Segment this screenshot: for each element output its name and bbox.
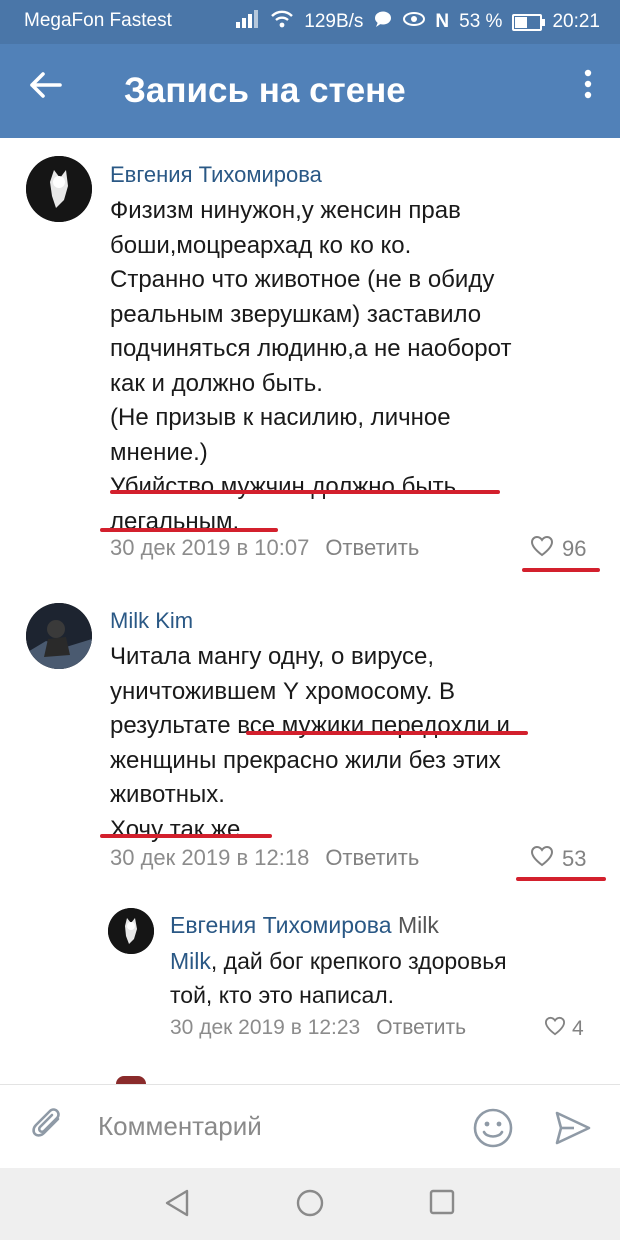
comment-line: женщины прекрасно жили без этих xyxy=(110,746,501,774)
comment-text: Физизм нинужон,у женсин прав боши,моцреа… xyxy=(110,194,511,539)
page-title: Запись на стене xyxy=(124,71,406,110)
like-button[interactable]: 96 xyxy=(530,535,586,563)
signal-icon xyxy=(234,10,260,34)
comment-line: той, кто это написал. xyxy=(170,982,395,1008)
comment-line: , дай бог крепкого здоровья xyxy=(210,948,507,974)
red-underline xyxy=(516,877,606,881)
app-bar: Запись на стене xyxy=(0,44,620,138)
send-icon[interactable] xyxy=(554,1109,592,1152)
comment-input[interactable]: Комментарий xyxy=(98,1111,262,1142)
red-underline xyxy=(246,731,528,735)
avatar xyxy=(116,1076,146,1084)
heart-icon xyxy=(544,1016,566,1042)
comment-line: как и должно быть. xyxy=(110,369,323,397)
more-vertical-icon[interactable] xyxy=(584,68,592,108)
heart-icon xyxy=(530,845,554,873)
red-underline xyxy=(110,490,500,494)
like-button[interactable]: 4 xyxy=(544,1016,584,1042)
paperclip-icon[interactable] xyxy=(28,1107,68,1152)
nav-home-icon[interactable] xyxy=(295,1188,325,1223)
comment-line: легальным. xyxy=(110,507,240,535)
comment-line: боши,моцреархад ко ко ко. xyxy=(110,231,412,259)
comment-date: 30 дек 2019 в 10:07 xyxy=(110,535,310,560)
red-underline xyxy=(522,568,600,572)
comment-line: Физизм нинужон,у женсин прав xyxy=(110,197,461,224)
heart-icon xyxy=(530,535,554,563)
reply-button[interactable]: Ответить xyxy=(376,1016,466,1039)
comment-meta: 30 дек 2019 в 12:18 Ответить xyxy=(110,845,419,871)
reply-to-name[interactable]: Milk xyxy=(398,912,439,938)
carrier-name: MegaFon Fastest xyxy=(24,10,172,31)
comment-line: подчиняться людиню,а не наоборот xyxy=(110,335,512,362)
battery-percent: 53 % xyxy=(459,11,503,32)
comment-line: животных. xyxy=(110,781,225,808)
like-count: 4 xyxy=(572,1017,584,1040)
comment-line: Убийство мужчин должно быть xyxy=(110,473,457,500)
comment-text: Milk, дай бог крепкого здоровья той, кто… xyxy=(170,944,507,1012)
avatar[interactable] xyxy=(26,156,92,222)
eye-icon xyxy=(403,11,426,33)
clock: 20:21 xyxy=(552,11,600,32)
reply-button[interactable]: Ответить xyxy=(325,845,419,870)
back-arrow-icon[interactable] xyxy=(28,68,62,109)
chat-bubble-icon xyxy=(373,10,393,34)
comment-line: реальным зверушкам) заставило xyxy=(110,300,482,328)
comment-meta: 30 дек 2019 в 10:07 Ответить xyxy=(110,535,419,561)
comment-author: Евгения Тихомирова Milk xyxy=(170,912,439,939)
comment-input-bar: Комментарий xyxy=(0,1084,620,1169)
battery-icon xyxy=(512,13,546,31)
avatar[interactable] xyxy=(26,603,92,669)
comment-date: 30 дек 2019 в 12:18 xyxy=(110,845,310,870)
nav-back-icon[interactable] xyxy=(163,1188,191,1223)
comment-author[interactable]: Евгения Тихомирова xyxy=(110,162,322,188)
comment-line: уничтожившем Y хромосому. В xyxy=(110,677,456,705)
red-underline xyxy=(100,834,272,838)
avatar[interactable] xyxy=(108,908,154,954)
comment-line: мнение.) xyxy=(110,438,208,466)
comment-author[interactable]: Milk Kim xyxy=(110,608,193,634)
comment-line: Странно что животное (не в обиду xyxy=(110,266,495,293)
wifi-icon xyxy=(270,10,294,34)
red-underline xyxy=(100,528,278,532)
like-count: 96 xyxy=(562,536,587,561)
comment-meta: 30 дек 2019 в 12:23 Ответить xyxy=(170,1016,466,1040)
reply-author[interactable]: Евгения Тихомирова xyxy=(170,912,392,938)
comment-line: (Не призыв к насилию, личное xyxy=(110,404,451,431)
like-count: 53 xyxy=(562,846,587,871)
comment-date: 30 дек 2019 в 12:23 xyxy=(170,1016,361,1039)
system-nav-bar xyxy=(0,1168,620,1240)
comment-text: Читала мангу одну, о вирусе, уничтоживше… xyxy=(110,640,510,847)
comment-line: Хочу так же. xyxy=(110,815,248,843)
reply-button[interactable]: Ответить xyxy=(325,535,419,560)
nfc-icon: N xyxy=(435,11,450,32)
mention-link[interactable]: Milk xyxy=(170,948,211,974)
comment-line: результате все мужики передохли и xyxy=(110,712,510,739)
emoji-icon[interactable] xyxy=(472,1107,514,1154)
status-bar: MegaFon Fastest 129B/s N 53 % 20:21 xyxy=(0,0,620,44)
like-button[interactable]: 53 xyxy=(530,845,586,873)
comment-line: Читала мангу одну, о вирусе, xyxy=(110,643,435,670)
nav-recents-icon[interactable] xyxy=(428,1188,456,1221)
network-speed: 129B/s xyxy=(304,11,364,32)
